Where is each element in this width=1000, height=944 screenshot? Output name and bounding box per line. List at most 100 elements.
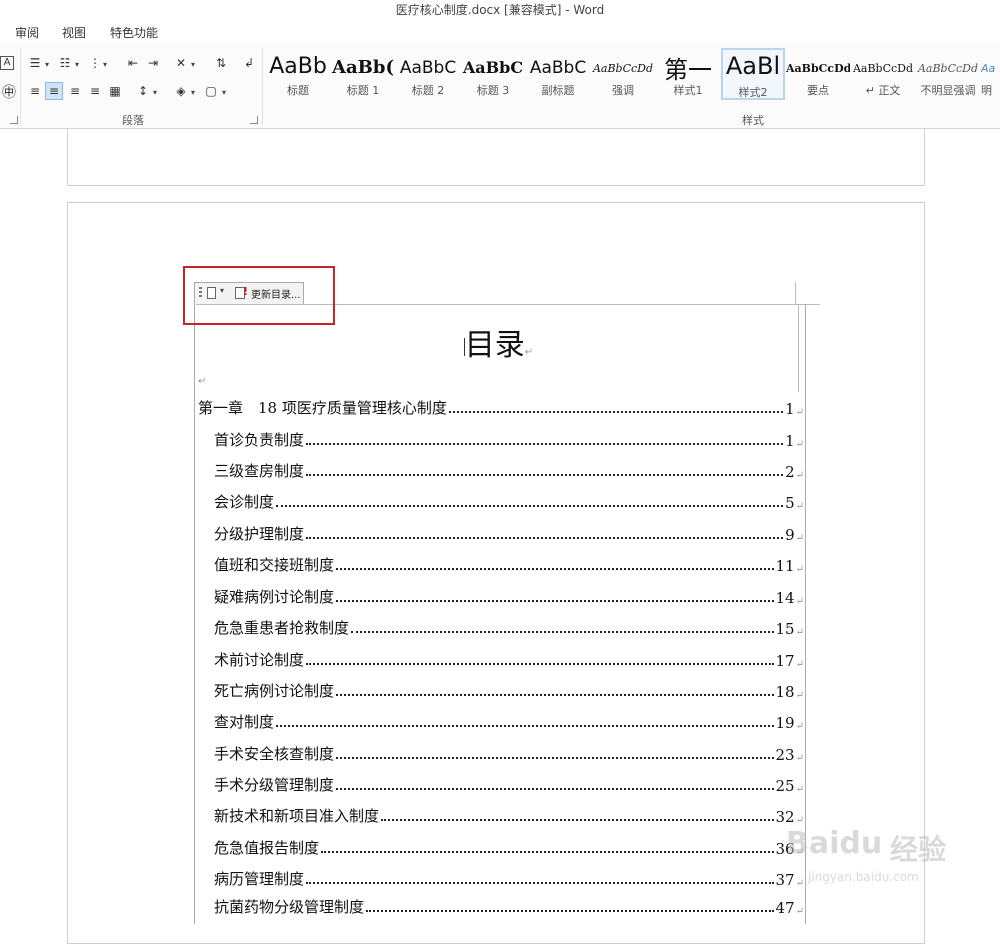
phonetic-guide-icon[interactable]: ㊥ — [0, 84, 18, 102]
style-heading-3[interactable]: AaBbC 标题 3 — [461, 48, 525, 100]
distributed-icon[interactable]: ▦ — [106, 82, 124, 100]
style-clipped[interactable]: Aa 明 — [981, 48, 1000, 100]
style-1[interactable]: 第一 样式1 — [656, 48, 720, 100]
borders-icon[interactable]: ▢ — [202, 82, 220, 100]
style-subtitle[interactable]: AaBbC 副标题 — [526, 48, 590, 100]
shading-icon[interactable]: ◈ — [172, 82, 190, 100]
baidu-watermark: Baidu 经验 jingyan.baidu.com — [780, 808, 980, 898]
toc-entry[interactable]: 危急重患者抢救制度 15 ↵ — [214, 618, 804, 638]
numbering-icon[interactable]: ☷ — [56, 54, 74, 72]
toc-entry[interactable]: 分级护理制度 9 ↵ — [214, 524, 804, 544]
text-box-icon[interactable]: A — [0, 56, 14, 70]
style-preview: 第一 — [664, 56, 712, 84]
toc-entry-page: 19 — [775, 714, 795, 732]
style-subtle-emphasis[interactable]: AaBbCcDd 不明显强调 — [916, 48, 980, 100]
annotation-highlight-box — [183, 266, 335, 325]
dot-leader — [276, 725, 774, 727]
align-right-icon[interactable]: ≡ — [66, 82, 84, 100]
align-center-icon[interactable]: ≡ — [45, 82, 63, 100]
toc-entry[interactable]: 病历管理制度 37 ↵ — [214, 869, 804, 889]
toc-entry-page: 2 — [785, 463, 795, 481]
styles-group-label: 样式 — [742, 114, 764, 127]
ribbon-tabs: 审阅 视图 特色功能 — [0, 22, 1000, 42]
style-gallery: AaBb 标题 AaBb( 标题 1 AaBbC 标题 2 AaBbC 标题 3… — [266, 48, 1000, 102]
dot-leader — [336, 788, 774, 790]
style-preview: AaBbCcDd — [786, 62, 850, 75]
style-preview: AaBbC — [462, 58, 524, 77]
toc-entry-label: 值班和交接班制度 — [214, 556, 335, 574]
toc-entry-label: 疑难病例讨论制度 — [214, 588, 335, 606]
chevron-down-icon[interactable]: ▾ — [191, 60, 195, 69]
chevron-down-icon[interactable]: ▾ — [45, 60, 49, 69]
style-name: 副标题 — [541, 84, 575, 97]
style-title[interactable]: AaBb 标题 — [266, 48, 330, 100]
toc-entry-label: 死亡病例讨论制度 — [214, 682, 335, 700]
chevron-down-icon[interactable]: ▾ — [153, 88, 157, 97]
chinese-layout-icon[interactable]: ✕ — [172, 54, 190, 72]
toc-entry[interactable]: 首诊负责制度 1 ↵ — [214, 430, 804, 450]
toc-entry[interactable]: 第一章 18 项医疗质量管理核心制度 1 ↵ — [198, 398, 804, 418]
toc-entry[interactable]: 值班和交接班制度 11 ↵ — [214, 555, 804, 575]
style-2[interactable]: AaBl 样式2 — [721, 48, 785, 100]
toc-entry-label: 三级查房制度 — [214, 462, 305, 480]
paragraph-mark-icon: ↵ — [795, 659, 804, 670]
show-hide-marks-icon[interactable]: ↲ — [240, 54, 258, 72]
justify-icon[interactable]: ≡ — [86, 82, 104, 100]
increase-indent-icon[interactable]: ⇥ — [144, 54, 162, 72]
toc-entry-page: 23 — [775, 746, 795, 764]
dot-leader — [306, 474, 784, 476]
style-heading-1[interactable]: AaBb( 标题 1 — [331, 48, 395, 100]
style-name: 明 — [981, 84, 992, 97]
previous-page — [67, 129, 925, 186]
toc-entry[interactable]: 手术安全核查制度 23 ↵ — [214, 744, 804, 764]
toc-entry-label: 危急重患者抢救制度 — [214, 619, 350, 637]
toc-entry-label: 首诊负责制度 — [214, 431, 305, 449]
decrease-indent-icon[interactable]: ⇤ — [124, 54, 142, 72]
dot-leader — [366, 910, 774, 912]
toc-entry[interactable]: 手术分级管理制度 25 ↵ — [214, 775, 804, 795]
chevron-down-icon[interactable]: ▾ — [103, 60, 107, 69]
dot-leader — [306, 537, 784, 539]
toc-entry[interactable]: 新技术和新项目准入制度 32 ↵ — [214, 806, 804, 826]
style-heading-2[interactable]: AaBbC 标题 2 — [396, 48, 460, 100]
toc-entry[interactable]: 会诊制度 5 ↵ — [214, 492, 804, 512]
dot-leader — [321, 851, 774, 853]
tab-view[interactable]: 视图 — [62, 24, 86, 41]
dot-leader — [306, 443, 784, 445]
toc-entry-page: 5 — [785, 494, 795, 512]
font-group-launcher-icon[interactable] — [10, 116, 18, 124]
toc-entry-page: 11 — [775, 557, 795, 575]
toc-entry[interactable]: 术前讨论制度 17 ↵ — [214, 650, 804, 670]
paragraph-group-launcher-icon[interactable] — [250, 116, 258, 124]
bullets-icon[interactable]: ☰ — [26, 54, 44, 72]
tab-review[interactable]: 审阅 — [15, 24, 39, 41]
toc-entry[interactable]: 三级查房制度 2 ↵ — [214, 461, 804, 481]
chevron-down-icon[interactable]: ▾ — [75, 60, 79, 69]
toc-entry[interactable]: 查对制度 19 ↵ — [214, 712, 804, 732]
dot-leader — [336, 600, 774, 602]
toc-entry[interactable]: 死亡病例讨论制度 18 ↵ — [214, 681, 804, 701]
chevron-down-icon[interactable]: ▾ — [191, 88, 195, 97]
toc-entry-label: 抗菌药物分级管理制度 — [214, 898, 365, 916]
window-title: 医疗核心制度.docx [兼容模式] - Word — [0, 0, 1000, 22]
toc-entry[interactable]: 疑难病例讨论制度 14 ↵ — [214, 587, 804, 607]
style-preview: AaBb( — [332, 57, 394, 78]
toc-title-text: 目录 — [464, 328, 525, 363]
align-left-icon[interactable]: ≡ — [26, 82, 44, 100]
toc-entry-label: 查对制度 — [214, 713, 275, 731]
toc-title: 目录↵ — [194, 320, 804, 364]
tab-special-features[interactable]: 特色功能 — [110, 24, 158, 41]
toc-entry[interactable]: 危急值报告制度 36 ↵ — [214, 838, 804, 858]
style-emphasis[interactable]: AaBbCcDd 强调 — [591, 48, 655, 100]
line-spacing-icon[interactable]: ↕ — [134, 82, 152, 100]
toc-entry[interactable]: 抗菌药物分级管理制度 47 ↵ — [214, 897, 804, 917]
style-key-point[interactable]: AaBbCcDd 要点 — [786, 48, 850, 100]
paragraph-mark-icon: ↵ — [795, 501, 804, 512]
multilevel-list-icon[interactable]: ⋮ — [86, 54, 104, 72]
chevron-down-icon[interactable]: ▾ — [222, 88, 226, 97]
sort-icon[interactable]: ⇅ — [212, 54, 230, 72]
paragraph-mark-icon: ↵ — [795, 721, 804, 732]
toc-entry-label: 术前讨论制度 — [214, 651, 305, 669]
style-normal[interactable]: AaBbCcDd ↵ 正文 — [851, 48, 915, 100]
toc-entry-page: 15 — [775, 620, 795, 638]
